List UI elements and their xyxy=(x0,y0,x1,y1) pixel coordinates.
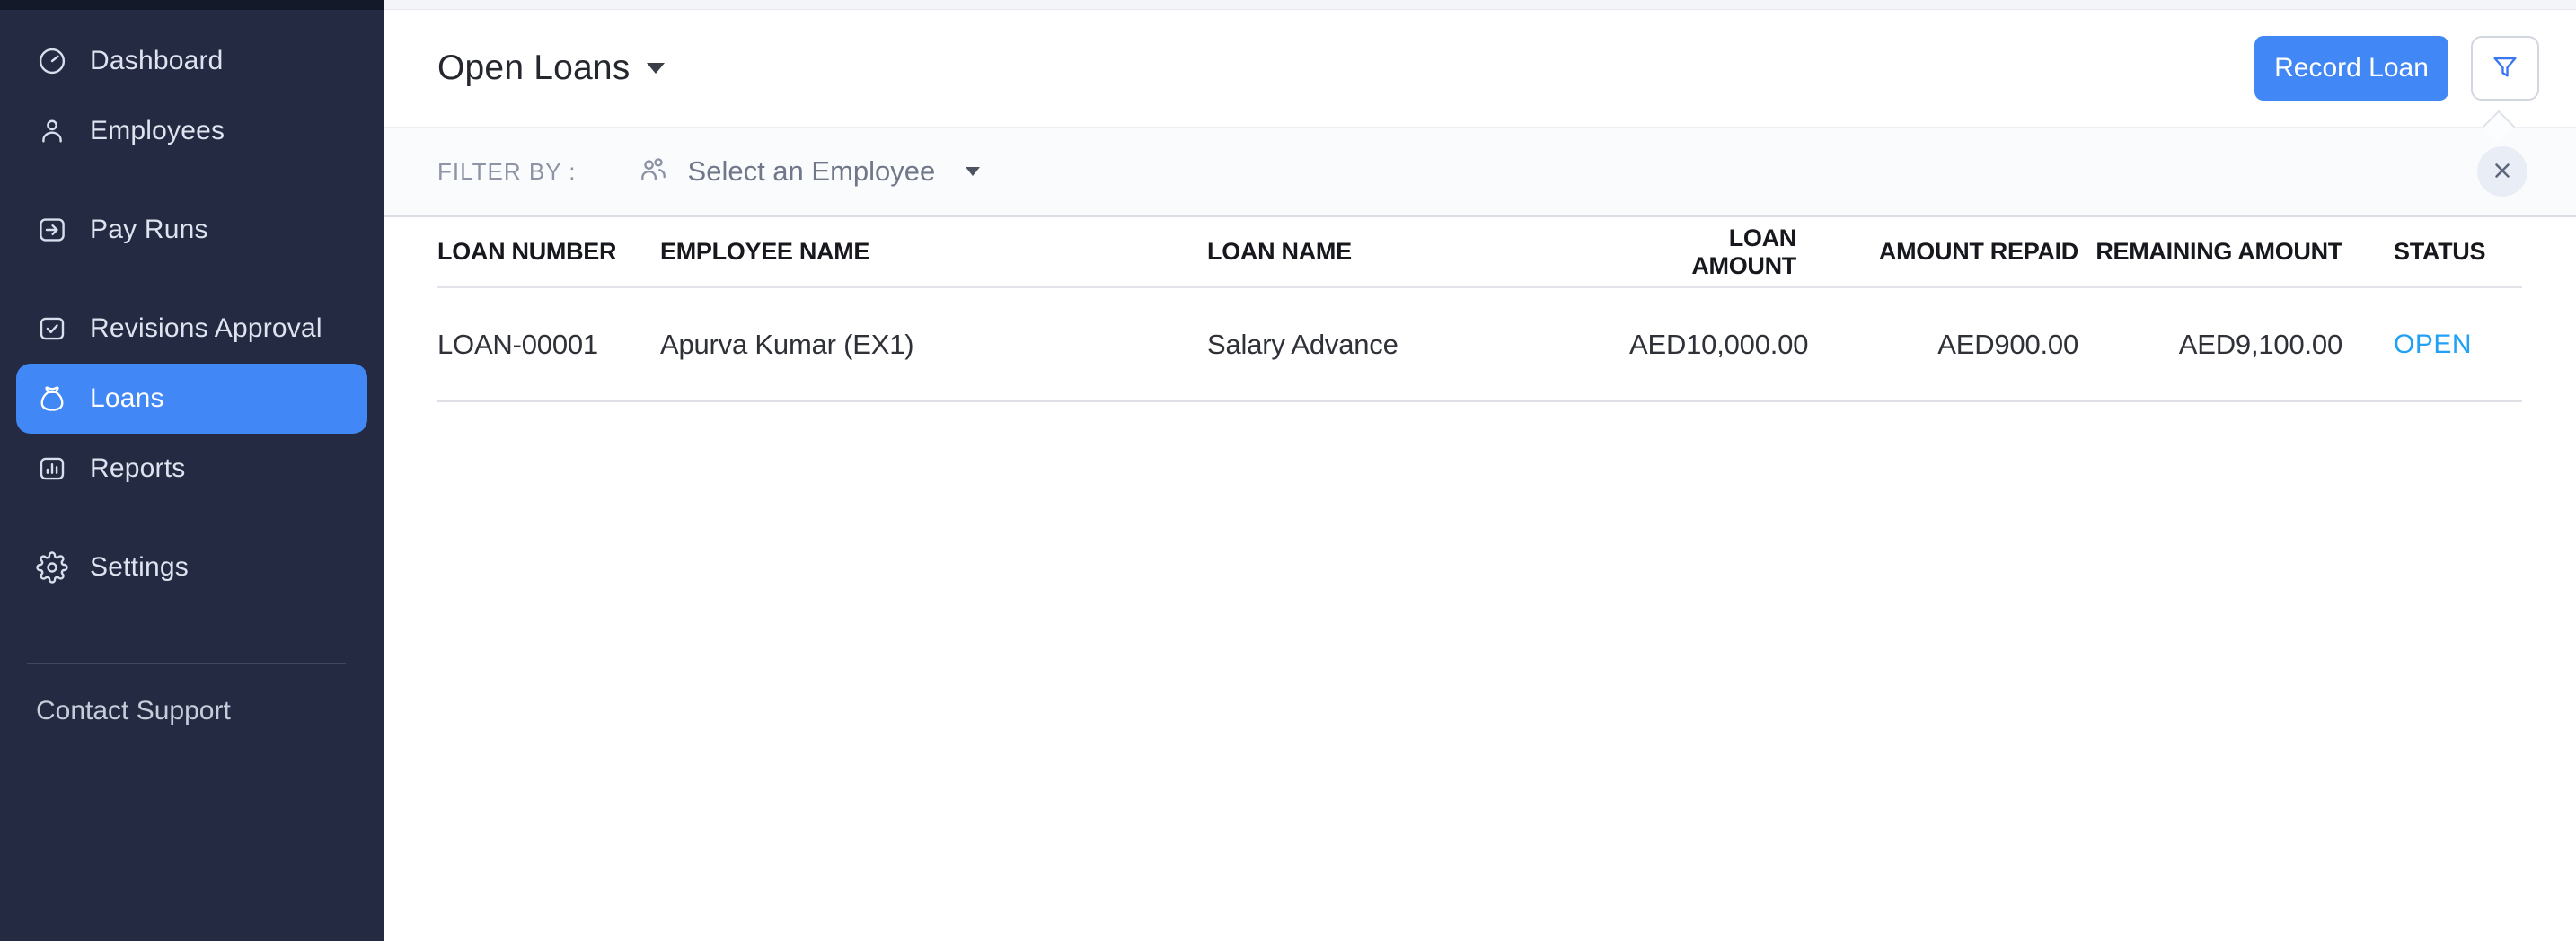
sidebar-item-label: Pay Runs xyxy=(90,215,208,245)
app-window: Dashboard Employees Pay Runs xyxy=(0,0,2576,941)
close-icon xyxy=(2491,159,2514,185)
cell-employee-name: Apurva Kumar (EX1) xyxy=(660,329,1207,361)
employees-icon xyxy=(36,115,68,147)
sidebar-divider xyxy=(27,663,346,664)
column-header-amount-repaid: AMOUNT REPAID xyxy=(1796,238,2078,266)
employee-select[interactable]: Select an Employee xyxy=(636,154,981,189)
sidebar-item-label: Dashboard xyxy=(90,46,224,76)
filter-by-label: FILTER BY : xyxy=(437,158,577,186)
select-caret-icon xyxy=(966,167,980,176)
record-loan-button[interactable]: Record Loan xyxy=(2254,36,2448,101)
employee-select-value: Select an Employee xyxy=(688,155,936,188)
status-badge: OPEN xyxy=(2394,330,2522,360)
page-header: Open Loans Record Loan xyxy=(384,10,2576,127)
sidebar-item-dashboard[interactable]: Dashboard xyxy=(16,26,367,96)
page-title: Open Loans xyxy=(437,48,631,88)
sidebar-item-settings[interactable]: Settings xyxy=(16,532,367,602)
loans-icon xyxy=(36,383,68,415)
sidebar-item-label: Loans xyxy=(90,383,164,414)
table-row[interactable]: LOAN-00001 Apurva Kumar (EX1) Salary Adv… xyxy=(437,288,2522,402)
column-header-loan-amount: LOAN AMOUNT xyxy=(1629,224,1796,280)
sidebar-item-label: Revisions Approval xyxy=(90,313,322,344)
revisions-approval-icon xyxy=(36,312,68,345)
sidebar-nav: Dashboard Employees Pay Runs xyxy=(0,26,384,602)
column-header-loan-number: LOAN NUMBER xyxy=(437,238,660,266)
filter-funnel-icon xyxy=(2491,53,2519,84)
title-caret-icon xyxy=(647,63,665,74)
filter-button[interactable] xyxy=(2471,36,2539,101)
column-header-status: STATUS xyxy=(2394,238,2522,266)
dashboard-icon xyxy=(36,45,68,77)
cell-loan-number: LOAN-00001 xyxy=(437,329,660,361)
table-header-row: LOAN NUMBER EMPLOYEE NAME LOAN NAME LOAN… xyxy=(437,217,2522,288)
cell-loan-amount: AED10,000.00 xyxy=(1629,329,1796,361)
sidebar-item-loans[interactable]: Loans xyxy=(16,364,367,434)
cell-loan-name: Salary Advance xyxy=(1207,329,1629,361)
header-actions: Record Loan xyxy=(2254,36,2539,101)
sidebar-top-strip xyxy=(0,0,384,10)
main-content: Open Loans Record Loan FILTER BY : xyxy=(384,0,2576,941)
sidebar-item-pay-runs[interactable]: Pay Runs xyxy=(16,195,367,265)
cell-remaining-amount: AED9,100.00 xyxy=(2078,329,2342,361)
employees-filter-icon xyxy=(636,154,670,189)
sidebar-item-label: Reports xyxy=(90,453,185,484)
sidebar: Dashboard Employees Pay Runs xyxy=(0,0,384,941)
cell-amount-repaid: AED900.00 xyxy=(1796,329,2078,361)
column-header-employee-name: EMPLOYEE NAME xyxy=(660,238,1207,266)
pay-runs-icon xyxy=(36,214,68,246)
page-title-dropdown[interactable]: Open Loans xyxy=(437,48,665,88)
column-header-remaining-amount: REMAINING AMOUNT xyxy=(2078,238,2342,266)
filter-bar: FILTER BY : Select an Employee xyxy=(384,127,2576,217)
main-top-strip xyxy=(384,0,2576,10)
reports-icon xyxy=(36,453,68,485)
sidebar-item-revisions-approval[interactable]: Revisions Approval xyxy=(16,294,367,364)
sidebar-item-employees[interactable]: Employees xyxy=(16,96,367,166)
sidebar-item-reports[interactable]: Reports xyxy=(16,434,367,504)
loans-table: LOAN NUMBER EMPLOYEE NAME LOAN NAME LOAN… xyxy=(384,217,2576,402)
sidebar-item-label: Employees xyxy=(90,116,225,146)
close-filter-button[interactable] xyxy=(2477,146,2527,197)
column-header-loan-name: LOAN NAME xyxy=(1207,238,1629,266)
sidebar-item-label: Settings xyxy=(90,552,189,583)
contact-support-link[interactable]: Contact Support xyxy=(36,696,384,726)
settings-icon xyxy=(36,551,68,584)
